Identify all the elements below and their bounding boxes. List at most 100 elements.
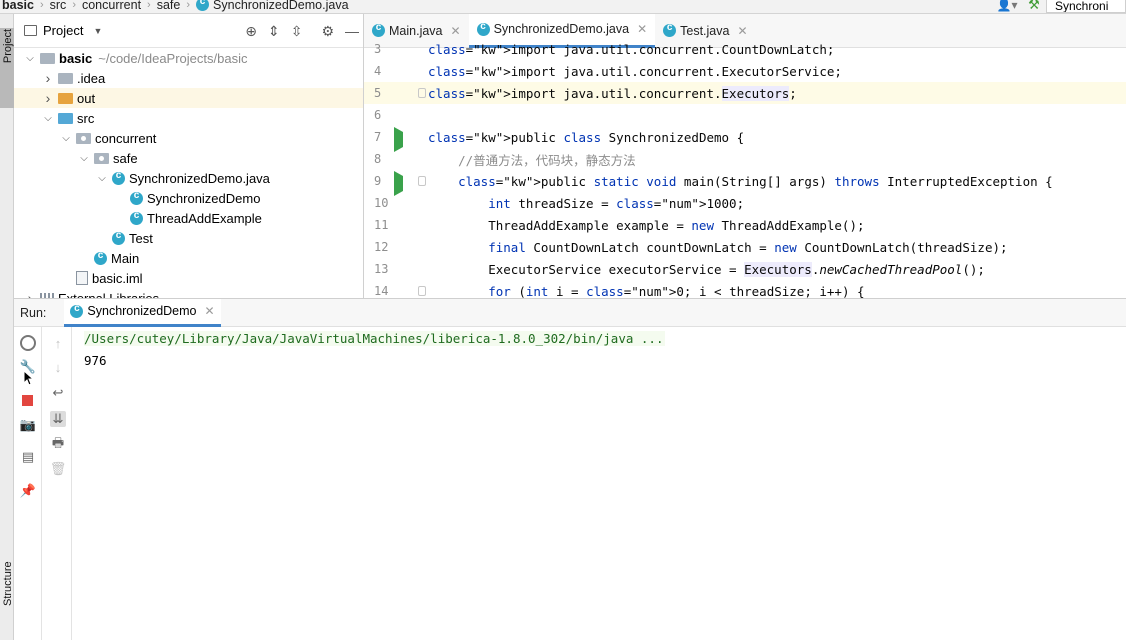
chevron-down-icon[interactable]: ⌵	[24, 53, 36, 64]
code-line[interactable]: 3 class="kw">import java.util.concurrent.…	[364, 38, 1126, 60]
print-icon[interactable]: 🖶	[50, 435, 66, 453]
chevron-down-icon[interactable]: ⌵	[42, 113, 54, 124]
tree-node[interactable]: SynchronizedDemo	[14, 188, 363, 208]
project-tool-button[interactable]: Project	[0, 28, 14, 108]
close-icon[interactable]: ✕	[205, 304, 215, 318]
breadcrumb-concurrent[interactable]: concurrent	[76, 0, 141, 12]
code-line[interactable]: 10 int threadSize = class="num">1000;	[364, 192, 1126, 214]
run-toolbar-primary: 🔧 📷 ▤ 📌	[14, 327, 42, 640]
console-output[interactable]: /Users/cutey/Library/Java/JavaVirtualMac…	[84, 327, 666, 371]
project-panel: Project ▼ ⊕ ⇕ ⇳ ⚙ — ⌵ basic ~/code/IdeaPro…	[14, 14, 364, 298]
soft-wrap-icon[interactable]: ↩	[50, 385, 66, 401]
tree-node[interactable]: ⌵ concurrent	[14, 128, 363, 148]
tree-node[interactable]: ⌵ SynchronizedDemo.java	[14, 168, 363, 188]
fold-marker-icon[interactable]	[418, 286, 426, 296]
tree-node-label: basic.iml	[92, 270, 143, 286]
locate-target-icon[interactable]: ⊕	[245, 23, 257, 40]
chevron-down-icon[interactable]: ▼	[93, 26, 102, 36]
code-line[interactable]: 11 ThreadAddExample example = new Thread…	[364, 214, 1126, 236]
line-number: 7	[374, 130, 382, 144]
tree-node[interactable]: ThreadAddExample	[14, 208, 363, 228]
code-line[interactable]: 9 class="kw">public static void main(Str…	[364, 170, 1126, 196]
breadcrumb-safe[interactable]: safe	[151, 0, 181, 12]
line-number: 12	[374, 240, 389, 254]
tree-node[interactable]: ⌵ src	[14, 108, 363, 128]
package-icon	[76, 132, 91, 144]
tree-node[interactable]: Main	[14, 248, 363, 268]
code-line[interactable]: 5 class="kw">import java.util.concurrent.…	[364, 82, 1126, 104]
breadcrumb-basic[interactable]: basic	[0, 0, 34, 12]
project-view-icon	[24, 25, 37, 36]
pin-tab-button[interactable]: 📌	[20, 483, 36, 499]
java-class-icon	[476, 21, 490, 36]
tree-node-label: SynchronizedDemo.java	[129, 170, 270, 186]
project-tool-label: Project	[2, 28, 14, 64]
folder-icon	[40, 52, 55, 64]
arrow-down-icon[interactable]: ↓	[50, 359, 66, 375]
chevron-right-icon[interactable]: ›	[42, 70, 54, 86]
run-tab-synchronizeddemo[interactable]: SynchronizedDemo ✕	[64, 298, 221, 327]
trash-icon[interactable]: 🗑	[50, 461, 67, 477]
project-panel-title[interactable]: Project	[43, 23, 83, 38]
arrow-up-icon[interactable]: ↑	[50, 335, 66, 351]
chevron-right-icon[interactable]: ›	[42, 90, 54, 106]
close-icon[interactable]: ✕	[737, 24, 747, 38]
collapse-all-icon[interactable]: ⇳	[291, 23, 303, 40]
dump-threads-button[interactable]: 📷	[20, 417, 36, 433]
hide-panel-icon[interactable]: —	[345, 23, 359, 39]
tree-node-label: SynchronizedDemo	[147, 190, 261, 206]
tree-node[interactable]: ⌵ basic ~/code/IdeaProjects/basic	[14, 48, 363, 68]
tree-node[interactable]: › out	[14, 88, 363, 108]
code-line[interactable]: 7 class="kw">public class SynchronizedDem…	[364, 126, 1126, 152]
code-line[interactable]: 13 ExecutorService executorService = Exe…	[364, 258, 1126, 280]
scroll-to-end-icon[interactable]: ⇊	[50, 411, 66, 427]
ide-window: basic › src › concurrent › safe › Synchr…	[0, 0, 1126, 640]
run-gutter-icon[interactable]	[394, 171, 404, 196]
code-line[interactable]: 6	[364, 104, 1126, 126]
line-number: 10	[374, 196, 389, 210]
structure-tool-label[interactable]: Structure	[2, 561, 14, 606]
java-class-icon	[663, 22, 677, 37]
breadcrumb-src[interactable]: src	[44, 0, 67, 12]
tab-label: Test.java	[680, 23, 730, 38]
fold-marker-icon[interactable]	[418, 176, 426, 186]
run-panel: Run: SynchronizedDemo ✕ 🔧 📷 ▤ 📌 ↑ ↓ ↩ ⇊ …	[14, 298, 1126, 640]
layout-button[interactable]: ▤	[20, 449, 36, 465]
chevron-down-icon[interactable]: ⌵	[96, 173, 108, 184]
tree-node[interactable]: Test	[14, 228, 363, 248]
breadcrumb-file[interactable]: SynchronizedDemo.java	[190, 0, 349, 12]
chevron-down-icon[interactable]: ⌵	[60, 133, 72, 144]
code-line[interactable]: 14 for (int i = class="num">0; i < threa…	[364, 280, 1126, 299]
tree-node-path: ~/code/IdeaProjects/basic	[98, 50, 248, 66]
run-gutter-icon[interactable]	[394, 127, 404, 152]
code-text: for (int i = class="num">0; i < threadSi…	[488, 283, 865, 299]
tree-node[interactable]: › External Libraries	[14, 288, 363, 298]
user-icon[interactable]: 👤▾	[992, 0, 1022, 12]
tree-node[interactable]: › .idea	[14, 68, 363, 88]
folder-icon	[58, 92, 73, 104]
close-icon[interactable]: ✕	[451, 24, 461, 38]
navigation-bar: basic › src › concurrent › safe › Synchr…	[0, 0, 1126, 14]
console-command-line: /Users/cutey/Library/Java/JavaVirtualMac…	[84, 327, 666, 349]
rerun-button[interactable]	[20, 335, 36, 351]
code-text: class="kw">public static void main(Strin…	[458, 173, 1053, 189]
chevron-right-icon[interactable]: ›	[24, 290, 36, 298]
tree-node[interactable]: ⌵ safe	[14, 148, 363, 168]
code-line[interactable]: 8 //普通方法，代码块，静态方法	[364, 148, 1126, 170]
gear-icon[interactable]: ⚙	[321, 23, 334, 40]
stop-button[interactable]	[22, 395, 33, 406]
project-panel-tools: ⊕ ⇕ ⇳ ⚙ —	[245, 14, 359, 48]
tree-node[interactable]: basic.iml	[14, 268, 363, 288]
close-icon[interactable]: ✕	[637, 22, 647, 36]
code-line[interactable]: 12 final CountDownLatch countDownLatch =…	[364, 236, 1126, 258]
line-number: 8	[374, 152, 382, 166]
code-line[interactable]: 4 class="kw">import java.util.concurrent.…	[364, 60, 1126, 82]
breadcrumb-separator: ›	[147, 0, 151, 11]
file-icon	[76, 271, 88, 285]
code-text: class="kw">import java.util.concurrent.C…	[428, 41, 835, 57]
expand-all-icon[interactable]: ⇕	[268, 23, 280, 40]
fold-marker-icon[interactable]	[418, 88, 426, 98]
build-hammer-icon[interactable]: ⚒	[1022, 0, 1046, 12]
chevron-down-icon[interactable]: ⌵	[78, 153, 90, 164]
run-configuration-select[interactable]: Synchroni	[1046, 0, 1126, 13]
